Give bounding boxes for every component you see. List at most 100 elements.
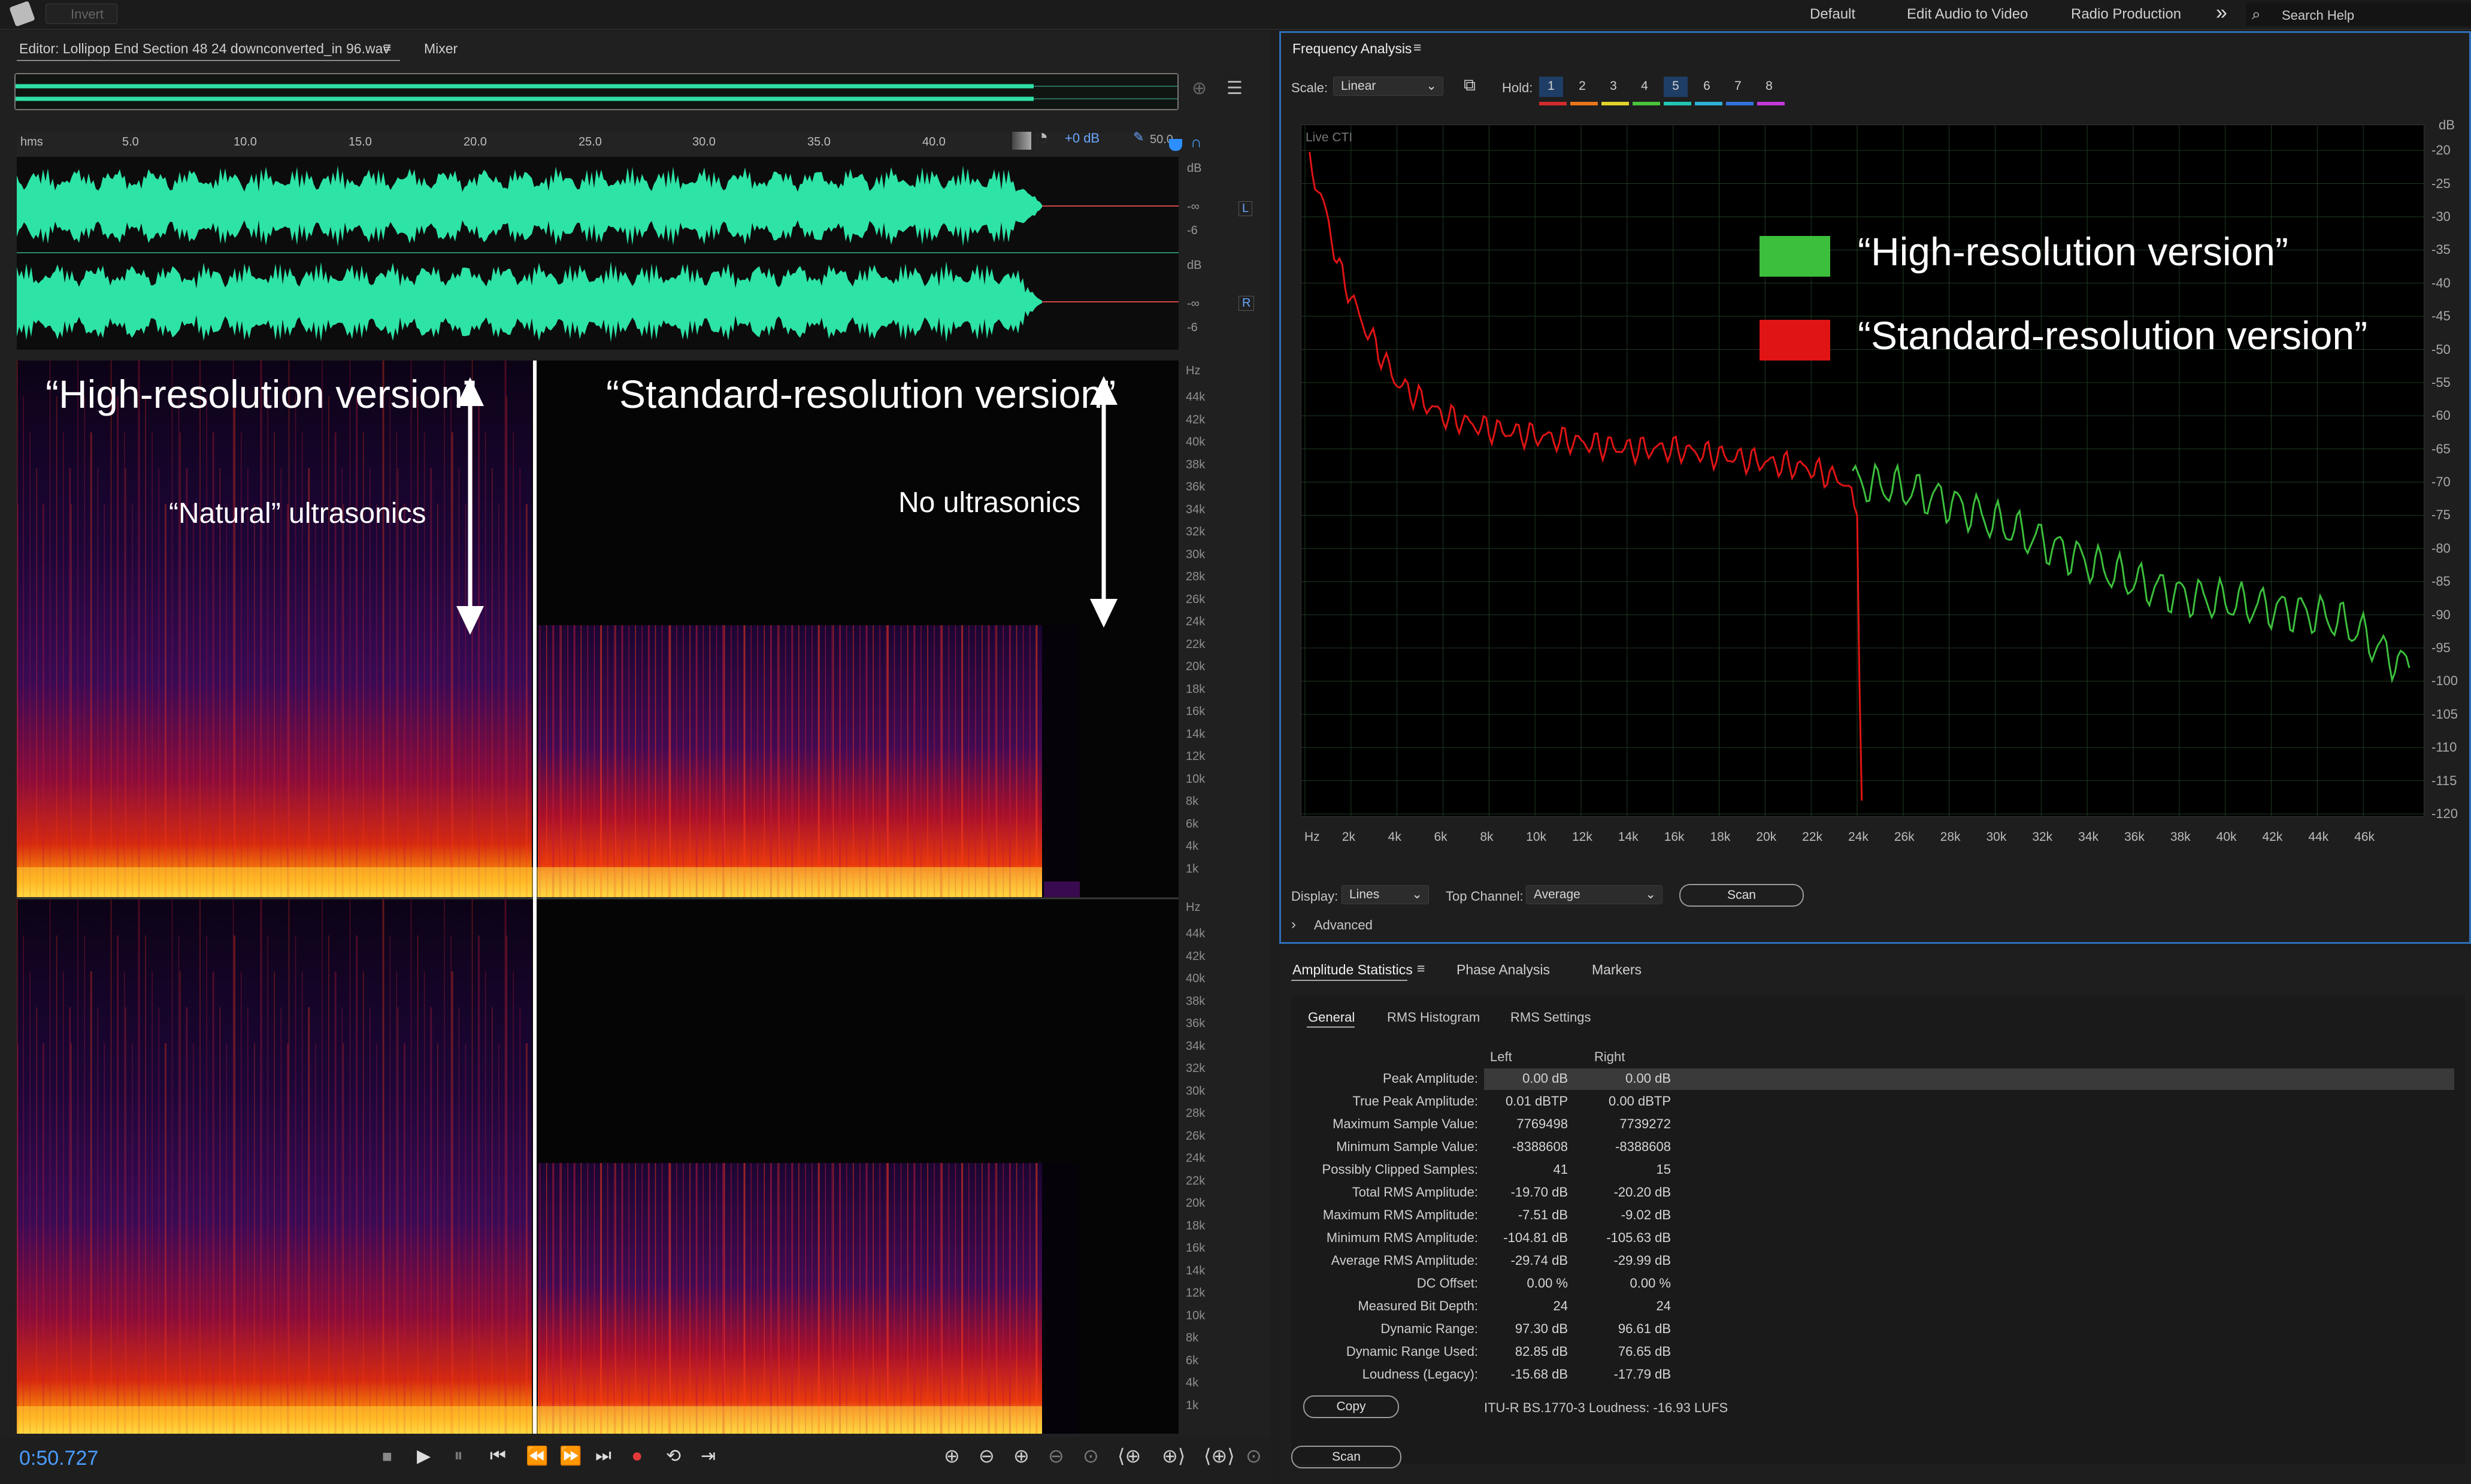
fast-forward-icon[interactable]: ⏩ [559, 1446, 582, 1467]
hold-button-7[interactable]: 7 [1726, 77, 1750, 97]
skip-to-end-icon[interactable]: ⏭ [595, 1446, 611, 1466]
stat-left-value[interactable]: 0.00 dB [1478, 1071, 1568, 1086]
stat-right-value[interactable]: 15 [1581, 1162, 1671, 1177]
stat-right-value[interactable]: 24 [1581, 1298, 1671, 1314]
frequency-panel-menu-icon[interactable]: ≡ [1413, 40, 1421, 56]
stat-left-value[interactable]: 24 [1478, 1298, 1568, 1314]
zoom-reset-icon[interactable]: ⊙ [1246, 1444, 1262, 1467]
editor-tab[interactable]: Editor: Lollipop End Section 48 24 downc… [19, 41, 390, 57]
workspace-default[interactable]: Default [1810, 6, 1855, 23]
skip-to-start-icon[interactable]: ⏮ [490, 1446, 506, 1466]
subtab-general[interactable]: General [1308, 1010, 1355, 1025]
advanced-toggle[interactable]: Advanced [1314, 917, 1373, 933]
tab-markers[interactable]: Markers [1592, 962, 1642, 978]
stat-left-value[interactable]: 0.01 dBTP [1478, 1094, 1568, 1109]
stat-right-value[interactable]: 7739272 [1581, 1116, 1671, 1132]
stat-left-value[interactable]: -29.74 dB [1478, 1253, 1568, 1268]
stat-right-value[interactable]: 0.00 % [1581, 1276, 1671, 1291]
stat-right-value[interactable]: -8388608 [1581, 1139, 1671, 1155]
subtab-rms-histogram[interactable]: RMS Histogram [1387, 1010, 1480, 1025]
hold-button-1[interactable]: 1 [1539, 77, 1563, 97]
stat-left-value[interactable]: -104.81 dB [1478, 1230, 1568, 1246]
zoom-in-time-icon[interactable]: ⊕ [1013, 1444, 1029, 1467]
hold-button-4[interactable]: 4 [1633, 77, 1657, 97]
scale-dropdown[interactable]: Linear ⌄ [1333, 77, 1443, 96]
hold-color-bar-8 [1757, 102, 1785, 105]
workspace-radio-production[interactable]: Radio Production [2071, 6, 2181, 23]
waveform-overview[interactable] [14, 73, 1179, 110]
frequency-analysis-tab[interactable]: Frequency Analysis [1292, 41, 1412, 57]
waveform-tracks[interactable] [17, 157, 1179, 350]
stop-icon[interactable]: ■ [382, 1447, 392, 1466]
hold-4-label: 4 [1641, 79, 1648, 93]
mixer-tab[interactable]: Mixer [424, 41, 458, 57]
zoom-out-amplitude-icon[interactable]: ⊖ [979, 1444, 995, 1467]
subtab-rms-settings[interactable]: RMS Settings [1510, 1010, 1591, 1025]
hold-button-8[interactable]: 8 [1757, 77, 1781, 97]
panel-options-icon[interactable]: ☰ [1227, 78, 1243, 99]
stat-left-value[interactable]: -8388608 [1478, 1139, 1568, 1155]
zoom-nav-icon[interactable]: ⊕ [1192, 78, 1207, 99]
stat-left-value[interactable]: 82.85 dB [1478, 1344, 1568, 1359]
gain-knob-icon[interactable]: ◔ [1035, 125, 1049, 150]
stat-left-value[interactable]: -19.70 dB [1478, 1185, 1568, 1200]
channel-l-toggle[interactable]: L [1238, 201, 1253, 216]
play-icon[interactable]: ▶ [417, 1446, 431, 1467]
stat-right-value[interactable]: -29.99 dB [1581, 1253, 1671, 1268]
stat-left-value[interactable]: -15.68 dB [1478, 1367, 1568, 1382]
pause-icon[interactable]: ⏸ [454, 1446, 463, 1466]
spectral-brush-icon[interactable] [9, 1, 35, 27]
tab-amplitude-statistics[interactable]: Amplitude Statistics [1292, 962, 1413, 978]
hz-tick: 36k [1186, 480, 1206, 493]
stat-right-value[interactable]: -105.63 dB [1581, 1230, 1671, 1246]
hold-button-3[interactable]: 3 [1601, 77, 1625, 97]
stat-left-value[interactable]: -7.51 dB [1478, 1207, 1568, 1223]
stat-left-value[interactable]: 97.30 dB [1478, 1321, 1568, 1337]
more-workspaces-icon[interactable]: » [2216, 1, 2227, 25]
frequency-scan-button[interactable]: Scan [1679, 884, 1804, 907]
stat-right-value[interactable]: 0.00 dB [1581, 1071, 1671, 1086]
zoom-in-amplitude-icon[interactable]: ⊕ [944, 1444, 960, 1467]
zoom-out-time-icon[interactable]: ⊖ [1048, 1444, 1064, 1467]
copy-icon[interactable]: ⧉ [1464, 75, 1476, 95]
loop-icon[interactable]: ⟲ [666, 1446, 681, 1467]
hz-tick: 22k [1186, 1174, 1206, 1188]
editor-tab-menu-icon[interactable]: ≡ [383, 40, 391, 56]
db-tick: -50 [2431, 341, 2451, 357]
advanced-chevron-icon[interactable]: › [1291, 916, 1296, 933]
zoom-full-icon[interactable]: ⊙ [1083, 1444, 1099, 1467]
playhead-marker-icon[interactable] [1169, 139, 1182, 151]
skip-icon[interactable]: ⇥ [701, 1446, 716, 1467]
gain-value[interactable]: +0 dB [1065, 131, 1100, 146]
stat-left-value[interactable]: 41 [1478, 1162, 1568, 1177]
pin-icon[interactable]: ✎ [1133, 129, 1144, 145]
hold-button-5[interactable]: 5 [1664, 77, 1688, 97]
channel-r-toggle[interactable]: R [1238, 296, 1255, 311]
zoom-selection-out-icon[interactable]: ⊕⟩ [1162, 1444, 1185, 1467]
stat-left-value[interactable]: 0.00 % [1478, 1276, 1568, 1291]
hold-button-2[interactable]: 2 [1570, 77, 1594, 97]
time-display[interactable]: 0:50.727 [19, 1447, 98, 1470]
display-dropdown[interactable]: Lines ⌄ [1342, 885, 1429, 904]
stat-right-value[interactable]: 96.61 dB [1581, 1321, 1671, 1337]
amplitude-scan-button[interactable]: Scan [1291, 1446, 1401, 1468]
stat-left-value[interactable]: 7769498 [1478, 1116, 1568, 1132]
stat-right-value[interactable]: -9.02 dB [1581, 1207, 1671, 1223]
zoom-fit-icon[interactable]: ⟨⊕⟩ [1204, 1444, 1235, 1467]
tab-phase-analysis[interactable]: Phase Analysis [1456, 962, 1550, 978]
top-channel-dropdown[interactable]: Average ⌄ [1526, 885, 1663, 904]
stat-right-value[interactable]: -17.79 dB [1581, 1367, 1671, 1382]
stat-right-value[interactable]: 76.65 dB [1581, 1344, 1671, 1359]
workspace-edit-audio-to-video[interactable]: Edit Audio to Video [1907, 6, 2028, 23]
record-icon[interactable]: ● [631, 1444, 643, 1467]
search-help-field[interactable]: ⌕ Search Help [2246, 2, 2471, 26]
stat-right-value[interactable]: 0.00 dBTP [1581, 1094, 1671, 1109]
hz-tick: 14k [1186, 1264, 1206, 1277]
amplitude-panel-menu-icon[interactable]: ≡ [1417, 961, 1425, 977]
snapping-magnet-icon[interactable]: ∩ [1191, 133, 1202, 152]
stat-right-value[interactable]: -20.20 dB [1581, 1185, 1671, 1200]
hold-button-6[interactable]: 6 [1695, 77, 1719, 97]
zoom-selection-icon[interactable]: ⟨⊕ [1118, 1444, 1141, 1467]
copy-button[interactable]: Copy [1303, 1395, 1399, 1418]
rewind-icon[interactable]: ⏪ [526, 1446, 548, 1467]
